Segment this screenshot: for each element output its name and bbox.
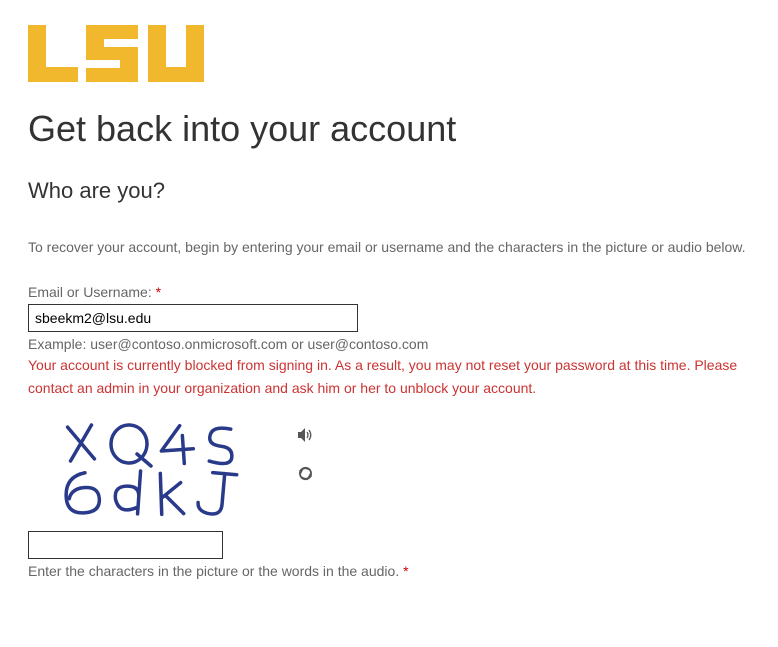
captcha-section — [28, 415, 750, 525]
refresh-icon[interactable] — [297, 465, 313, 481]
page-title: Get back into your account — [28, 108, 750, 150]
audio-icon[interactable] — [297, 427, 313, 443]
email-example: Example: user@contoso.onmicrosoft.com or… — [28, 336, 750, 352]
required-asterisk: * — [156, 284, 161, 300]
required-asterisk: * — [403, 563, 408, 579]
captcha-image — [28, 415, 283, 525]
instruction-text: To recover your account, begin by enteri… — [28, 236, 750, 258]
error-message: Your account is currently blocked from s… — [28, 354, 750, 399]
captcha-input[interactable] — [28, 531, 223, 559]
lsu-logo — [28, 25, 750, 90]
page-subtitle: Who are you? — [28, 178, 750, 204]
captcha-hint: Enter the characters in the picture or t… — [28, 563, 750, 579]
email-label: Email or Username: * — [28, 284, 750, 300]
captcha-controls — [297, 415, 313, 481]
email-input[interactable] — [28, 304, 358, 332]
